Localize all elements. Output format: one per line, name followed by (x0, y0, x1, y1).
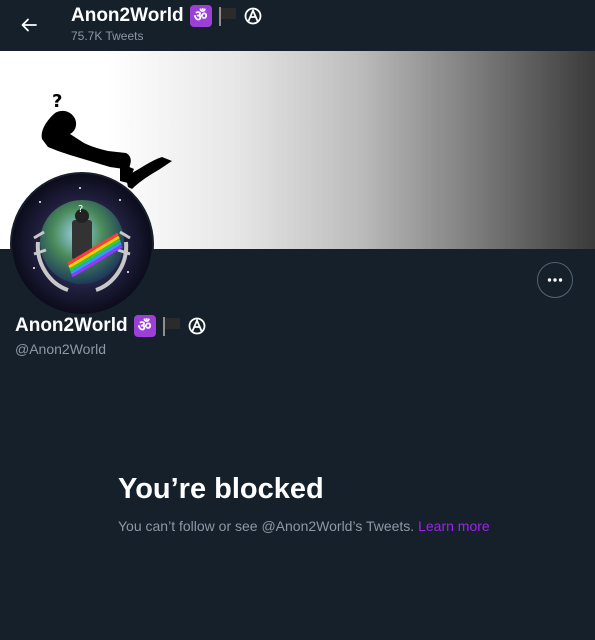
more-horizontal-icon (547, 278, 563, 282)
blocked-message: You can’t follow or see @Anon2World’s Tw… (118, 516, 498, 536)
profile-name: Anon2World (15, 315, 128, 336)
svg-text:?: ? (52, 91, 62, 112)
black-flag-icon (162, 317, 180, 336)
om-icon: ॐ (189, 5, 212, 27)
blocked-message-text: You can’t follow or see @Anon2World’s Tw… (118, 518, 419, 534)
om-icon: ॐ (133, 315, 156, 337)
more-options-button[interactable] (537, 262, 573, 298)
black-flag-icon (218, 7, 236, 26)
anarchy-icon (244, 7, 261, 25)
avatar-image: ? (12, 174, 152, 314)
tweet-count: 75.7K Tweets (71, 29, 144, 43)
arrow-left-icon (21, 18, 37, 32)
anarchy-icon (188, 317, 205, 335)
header-name: Anon2World (71, 5, 184, 26)
blocked-title: You’re blocked (118, 473, 324, 505)
profile-handle: @Anon2World (15, 341, 106, 357)
profile-name-row: Anon2World ॐ (15, 315, 206, 337)
header-title: Anon2World ॐ (71, 5, 262, 27)
profile-avatar[interactable]: ? (10, 172, 154, 316)
svg-text:?: ? (78, 204, 83, 215)
learn-more-link[interactable]: Learn more (418, 518, 490, 534)
top-bar: Anon2World ॐ 75.7K Tweets (0, 0, 595, 50)
back-button[interactable] (12, 8, 46, 42)
